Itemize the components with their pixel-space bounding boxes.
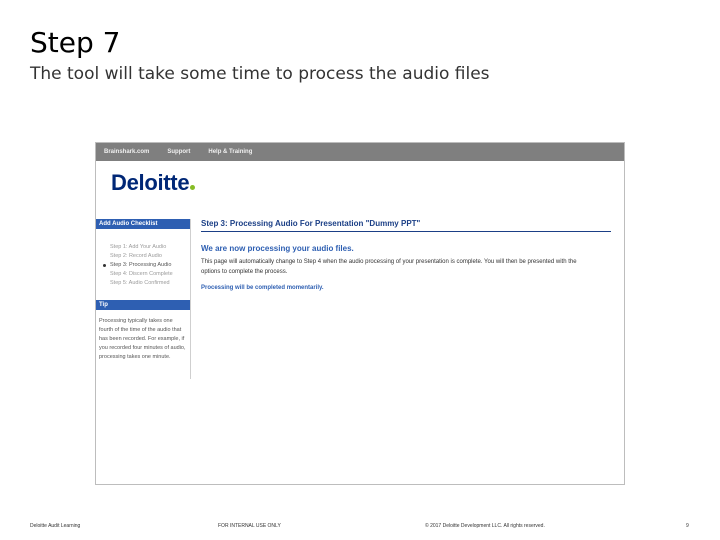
checklist-item-step5: Step 5: Audio Confirmed xyxy=(110,280,170,286)
footer-copyright: © 2017 Deloitte Development LLC. All rig… xyxy=(425,523,545,529)
deloitte-logo: Deloitte xyxy=(111,170,196,196)
footer-center: FOR INTERNAL USE ONLY xyxy=(218,523,281,529)
logo-text: Deloitte xyxy=(111,170,190,195)
main-header: Step 3: Processing Audio For Presentatio… xyxy=(201,219,611,232)
page-number: 9 xyxy=(686,523,689,529)
nav-link-support[interactable]: Support xyxy=(167,149,190,155)
checklist-item-step1: Step 1: Add Your Audio xyxy=(110,244,167,250)
processing-note: Processing will be completed momentarily… xyxy=(201,285,324,291)
sidebar: Add Audio Checklist Step 1: Add Your Aud… xyxy=(96,219,191,379)
slide-subtitle: The tool will take some time to process … xyxy=(30,64,490,84)
checklist-item-step4: Step 4: Discern Complete xyxy=(110,271,173,277)
checklist-header: Add Audio Checklist xyxy=(96,219,190,229)
main-content: Step 3: Processing Audio For Presentatio… xyxy=(201,219,611,291)
slide-title: Step 7 xyxy=(30,26,121,59)
processing-description: This page will automatically change to S… xyxy=(201,259,577,275)
footer-left: Deloitte Audit Learning xyxy=(30,523,81,529)
logo-dot-icon xyxy=(190,185,196,190)
checklist-item-step3: Step 3: Processing Audio xyxy=(103,261,190,270)
top-nav: Brainshark.com Support Help & Training xyxy=(96,143,624,161)
app-screenshot: Brainshark.com Support Help & Training D… xyxy=(95,142,625,485)
tip-header: Tip xyxy=(96,300,190,310)
checklist-item-step2: Step 2: Record Audio xyxy=(110,253,162,259)
nav-link-help[interactable]: Help & Training xyxy=(208,149,252,155)
processing-heading: We are now processing your audio files. xyxy=(201,244,354,253)
nav-link-brainshark[interactable]: Brainshark.com xyxy=(104,149,149,155)
tip-text: Processing typically takes one fourth of… xyxy=(99,318,186,360)
checklist: Step 1: Add Your Audio Step 2: Record Au… xyxy=(96,229,190,294)
